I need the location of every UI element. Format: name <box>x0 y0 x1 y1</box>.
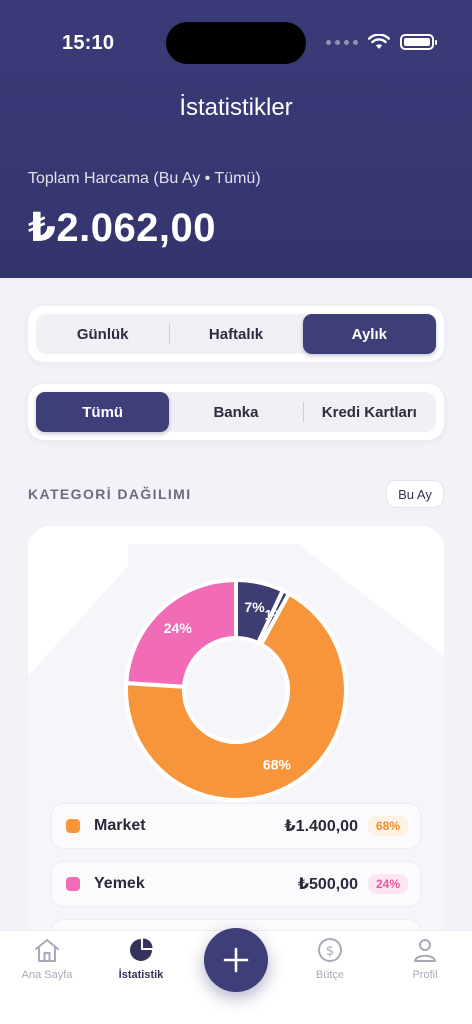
battery-icon <box>400 34 437 50</box>
period-filter-button[interactable]: Bu Ay <box>386 480 444 508</box>
donut-slice-label: 24% <box>164 620 193 636</box>
tab-profile[interactable]: Profil <box>385 937 465 981</box>
tab-budget-label: Bütçe <box>315 969 345 981</box>
add-transaction-button[interactable] <box>204 928 268 992</box>
signal-icon <box>326 39 358 45</box>
legend-amount: ₺500,00 <box>297 876 358 893</box>
tab-bank[interactable]: Banka <box>169 392 302 432</box>
legend-percent-badge: 24% <box>367 874 408 894</box>
total-spending-value: ₺2.062,00 <box>28 206 217 250</box>
tab-stats-label: İstatistik <box>118 969 164 981</box>
tab-monthly[interactable]: Aylık <box>302 314 436 354</box>
tab-credit-cards[interactable]: Kredi Kartları <box>302 392 436 432</box>
tab-weekly[interactable]: Haftalık <box>169 314 302 354</box>
legend-percent-badge: 68% <box>367 816 408 836</box>
tab-all[interactable]: Tümü <box>36 392 170 432</box>
tab-stats[interactable]: İstatistik <box>101 937 181 981</box>
account-segmented-control: Tümü Banka Kredi Kartları <box>28 384 444 440</box>
donut-slice-label: 7% <box>244 599 265 615</box>
page-title: İstatistikler <box>179 94 293 121</box>
legend-name: Market <box>94 817 146 834</box>
tab-budget[interactable]: $ Bütçe <box>290 937 370 981</box>
home-icon <box>35 939 59 962</box>
tab-daily[interactable]: Günlük <box>36 314 169 354</box>
legend-color-dot <box>66 877 80 891</box>
section-title: KATEGORİ DAĞILIMI <box>28 486 192 502</box>
total-spending-label: Toplam Harcama (Bu Ay • Tümü) <box>28 170 261 187</box>
legend-amount: ₺1.400,00 <box>284 818 358 835</box>
tab-profile-label: Profil <box>412 969 438 981</box>
legend-color-dot <box>66 819 80 833</box>
dollar-circle-icon: $ <box>318 938 342 962</box>
tab-home-label: Ana Sayfa <box>21 969 73 981</box>
period-segmented-control: Günlük Haftalık Aylık <box>28 306 444 362</box>
svg-text:$: $ <box>326 944 334 959</box>
header: 15:10 İstatistikler Toplam Harcama (Bu A… <box>0 0 472 278</box>
legend-item-yemek[interactable]: Yemek ₺500,00 24% <box>51 861 421 907</box>
status-icons <box>326 34 437 50</box>
plus-icon <box>223 947 249 973</box>
dynamic-island <box>166 22 306 64</box>
tab-home[interactable]: Ana Sayfa <box>7 937 87 981</box>
person-icon <box>414 939 436 962</box>
wifi-icon <box>368 34 390 49</box>
status-time: 15:10 <box>62 32 115 54</box>
donut-slice-label: 68% <box>263 756 292 772</box>
pie-chart-icon <box>130 938 153 961</box>
legend-item-market[interactable]: Market ₺1.400,00 68% <box>51 803 421 849</box>
legend-name: Yemek <box>94 875 145 892</box>
